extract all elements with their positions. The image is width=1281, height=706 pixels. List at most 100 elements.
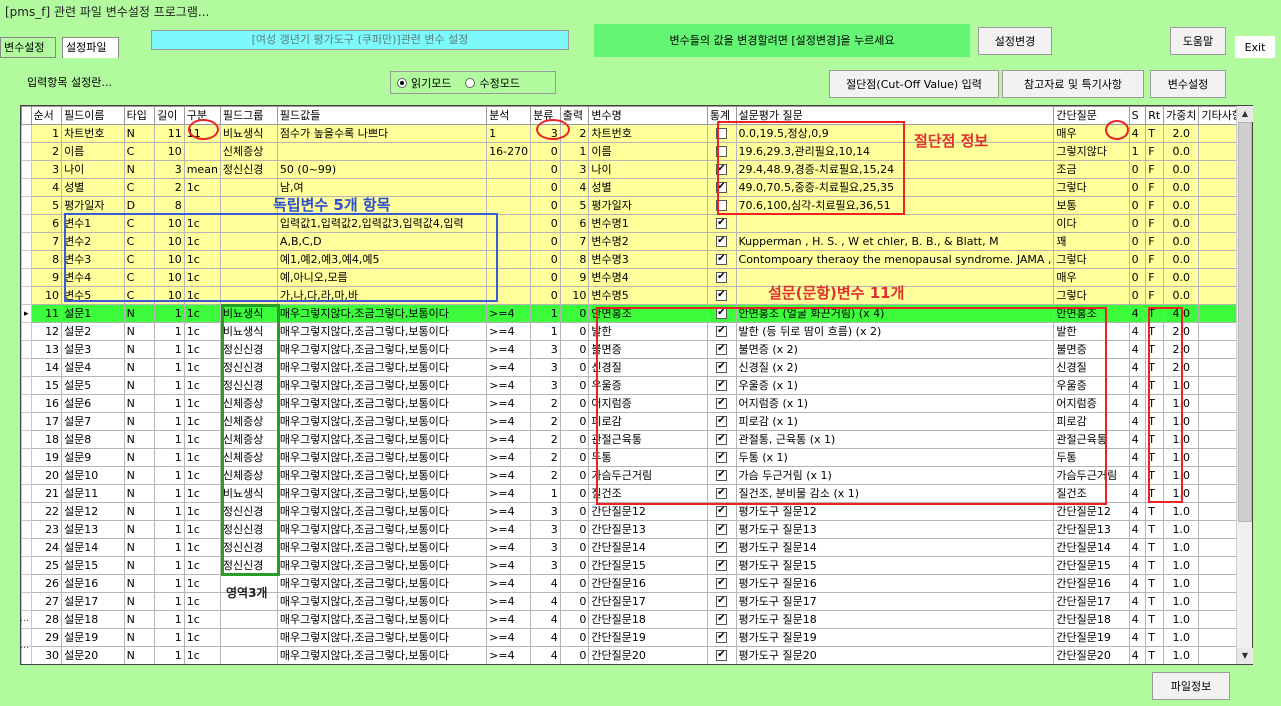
table-cell[interactable]: 17 xyxy=(30,412,63,431)
stat-checkbox-cell[interactable] xyxy=(706,376,737,395)
table-cell[interactable]: N xyxy=(123,592,156,611)
table-cell[interactable]: 4 xyxy=(1128,592,1147,611)
table-cell[interactable]: N xyxy=(123,358,156,377)
stat-checkbox[interactable] xyxy=(716,540,728,553)
table-cell[interactable]: >=4 xyxy=(486,502,532,521)
table-cell[interactable]: 매우그렇지않다,조금그렇다,보통이다 xyxy=(276,628,488,647)
table-cell[interactable]: 0 xyxy=(559,304,590,323)
column-header[interactable]: 타입 xyxy=(123,106,156,125)
table-cell[interactable]: 설문1 xyxy=(61,304,125,323)
table-cell[interactable]: 3 xyxy=(530,376,561,395)
table-cell[interactable]: 1.0 xyxy=(1163,610,1200,629)
table-cell[interactable]: N xyxy=(123,340,156,359)
table-cell[interactable]: 4 xyxy=(1128,646,1147,664)
table-cell[interactable]: 변수3 xyxy=(61,250,125,269)
table-cell[interactable]: 변수명4 xyxy=(588,268,708,287)
stat-checkbox-cell[interactable] xyxy=(706,358,737,377)
table-cell[interactable]: 2 xyxy=(530,394,561,413)
row-selector[interactable] xyxy=(21,448,32,467)
table-cell[interactable]: 3 xyxy=(530,340,561,359)
table-cell[interactable]: 이다 xyxy=(1053,214,1130,233)
stat-checkbox-cell[interactable] xyxy=(706,430,737,449)
table-cell[interactable]: 1.0 xyxy=(1163,466,1200,485)
table-cell[interactable]: Kupperman , H. S. , W et chler, B. B., &… xyxy=(735,232,1055,251)
table-cell[interactable]: 23 xyxy=(30,520,63,539)
table-cell[interactable]: T xyxy=(1145,304,1165,323)
table-cell[interactable]: 1c xyxy=(183,412,221,431)
table-cell[interactable]: 0 xyxy=(1128,196,1147,215)
table-cell[interactable]: 0 xyxy=(1128,178,1147,197)
table-cell[interactable]: 신체증상 xyxy=(219,412,278,431)
stat-checkbox[interactable] xyxy=(716,594,728,607)
table-cell[interactable]: 1c xyxy=(183,178,221,197)
table-cell[interactable]: 21 xyxy=(30,484,63,503)
table-cell[interactable]: 신경질 xyxy=(588,358,708,377)
table-cell[interactable] xyxy=(183,142,221,161)
table-cell[interactable]: 간단질문19 xyxy=(1053,628,1130,647)
table-cell[interactable]: 설문14 xyxy=(61,538,125,557)
row-selector[interactable] xyxy=(21,574,32,593)
table-cell[interactable] xyxy=(219,250,278,269)
table-cell[interactable]: 0 xyxy=(559,448,590,467)
table-cell[interactable] xyxy=(486,196,532,215)
table-cell[interactable]: 10 xyxy=(154,250,185,269)
table-cell[interactable]: 1 xyxy=(486,124,532,143)
table-cell[interactable]: T xyxy=(1145,610,1165,629)
table-cell[interactable]: 0 xyxy=(559,520,590,539)
table-cell[interactable]: 질건조 xyxy=(1053,484,1130,503)
table-cell[interactable]: 간단질문16 xyxy=(1053,574,1130,593)
table-cell[interactable]: 5 xyxy=(30,196,63,215)
table-cell[interactable]: 1 xyxy=(559,142,590,161)
table-cell[interactable]: 0.0 xyxy=(1163,214,1200,233)
table-cell[interactable]: 평가일자 xyxy=(588,196,708,215)
table-cell[interactable]: 2 xyxy=(30,142,63,161)
table-cell[interactable]: N xyxy=(123,322,156,341)
table-cell[interactable]: 1.0 xyxy=(1163,646,1200,664)
stat-checkbox-cell[interactable] xyxy=(706,340,737,359)
row-selector[interactable] xyxy=(21,466,32,485)
table-cell[interactable]: 0 xyxy=(559,358,590,377)
table-cell[interactable]: 18 xyxy=(30,430,63,449)
table-cell[interactable]: 1.0 xyxy=(1163,484,1200,503)
table-cell[interactable]: 1 xyxy=(154,412,185,431)
table-cell[interactable] xyxy=(219,196,278,215)
table-cell[interactable]: 0 xyxy=(1128,232,1147,251)
table-cell[interactable] xyxy=(735,214,1055,233)
row-selector[interactable] xyxy=(21,538,32,557)
row-selector[interactable] xyxy=(21,502,32,521)
table-cell[interactable]: N xyxy=(123,574,156,593)
table-cell[interactable]: 평가도구 질문16 xyxy=(735,574,1055,593)
table-cell[interactable]: 우울증 xyxy=(588,376,708,395)
table-cell[interactable]: 1 xyxy=(154,556,185,575)
table-cell[interactable]: 가,나,다,라,마,바 xyxy=(276,286,488,305)
table-cell[interactable]: 0.0 xyxy=(1163,268,1200,287)
stat-checkbox[interactable] xyxy=(716,468,728,481)
row-selector[interactable] xyxy=(21,250,32,269)
table-cell[interactable]: 1.0 xyxy=(1163,394,1200,413)
table-cell[interactable]: 비뇨생식 xyxy=(219,304,278,323)
table-cell[interactable]: 예,아니오,모름 xyxy=(276,268,488,287)
table-row[interactable]: 13설문3N11c정신신경매우그렇지않다,조금그렇다,보통이다>=430불면증불… xyxy=(21,340,1252,359)
table-cell[interactable]: 매우그렇지않다,조금그렇다,보통이다 xyxy=(276,322,488,341)
table-cell[interactable]: T xyxy=(1145,340,1165,359)
table-cell[interactable]: 0 xyxy=(530,232,561,251)
table-cell[interactable]: 간단질문12 xyxy=(588,502,708,521)
table-cell[interactable]: >=4 xyxy=(486,574,532,593)
table-cell[interactable]: >=4 xyxy=(486,394,532,413)
cutoff-input-button[interactable]: 절단점(Cut-Off Value) 입력 xyxy=(829,70,999,98)
table-cell[interactable]: 2.0 xyxy=(1163,124,1200,143)
table-cell[interactable]: 0 xyxy=(559,592,590,611)
table-cell[interactable]: 간단질문20 xyxy=(1053,646,1130,664)
table-cell[interactable]: 7 xyxy=(559,232,590,251)
table-cell[interactable]: 1.0 xyxy=(1163,376,1200,395)
table-row[interactable]: 23 설문13 N 1 1c 정신신경 매우그렇지않다,조금그렇다,보통이다 >=4 3 0 간단질… xyxy=(21,520,1252,539)
table-cell[interactable]: 매우그렇지않다,조금그렇다,보통이다 xyxy=(276,538,488,557)
table-cell[interactable]: 0.0 xyxy=(1163,196,1200,215)
table-cell[interactable]: 1 xyxy=(154,430,185,449)
stat-checkbox-cell[interactable] xyxy=(706,124,737,143)
table-cell[interactable]: 1c xyxy=(183,556,221,575)
table-cell[interactable]: 관절근육통 xyxy=(588,430,708,449)
table-cell[interactable]: 4.0 xyxy=(1163,304,1200,323)
edit-mode-dot[interactable] xyxy=(465,77,476,88)
table-row[interactable]: 2 이름 C 10 신체증상 16-270 0 1 이름 19.6,29.3,관리필요,10,14… xyxy=(21,142,1252,161)
